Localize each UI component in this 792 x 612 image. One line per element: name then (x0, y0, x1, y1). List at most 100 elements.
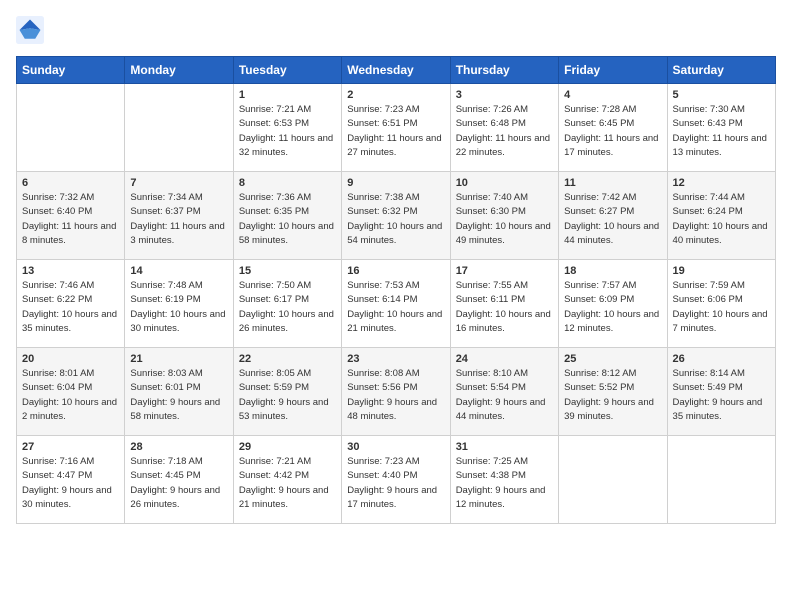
calendar-cell: 5Sunrise: 7:30 AMSunset: 6:43 PMDaylight… (667, 84, 775, 172)
day-info: Sunrise: 7:34 AMSunset: 6:37 PMDaylight:… (130, 191, 227, 248)
day-info: Sunrise: 8:01 AMSunset: 6:04 PMDaylight:… (22, 367, 119, 424)
day-info: Sunrise: 7:36 AMSunset: 6:35 PMDaylight:… (239, 191, 336, 248)
calendar-cell: 25 Sunrise: 8:12 AM Sunset: 5:52 PM Dayligh… (559, 348, 667, 436)
sunrise-text: Sunrise: 7:30 AM (673, 104, 745, 115)
calendar-week-row: 13Sunrise: 7:46 AMSunset: 6:22 PMDayligh… (17, 260, 776, 348)
sunset-text: Sunset: 6:45 PM (564, 118, 634, 129)
day-number: 29 (239, 441, 336, 453)
sunrise-text: Sunrise: 8:08 AM (347, 368, 419, 379)
calendar-cell: 29Sunrise: 7:21 AMSunset: 4:42 PMDayligh… (233, 436, 341, 524)
day-info: Sunrise: 7:57 AMSunset: 6:09 PMDaylight:… (564, 279, 661, 336)
day-number: 10 (456, 177, 553, 189)
day-number: 17 (456, 265, 553, 277)
day-info: Sunrise: 8:08 AMSunset: 5:56 PMDaylight:… (347, 367, 444, 424)
day-number: 14 (130, 265, 227, 277)
sunset-text: Sunset: 6:30 PM (456, 206, 526, 217)
logo (16, 16, 48, 44)
day-info: Sunrise: 7:50 AMSunset: 6:17 PMDaylight:… (239, 279, 336, 336)
sunrise-text: Sunrise: 7:18 AM (130, 456, 202, 467)
sunset-text: Sunset: 6:53 PM (239, 118, 309, 129)
daylight-text: Daylight: 10 hours and 44 minutes. (564, 221, 659, 246)
calendar-week-row: 20Sunrise: 8:01 AMSunset: 6:04 PMDayligh… (17, 348, 776, 436)
day-header: Tuesday (233, 57, 341, 84)
calendar-cell: 14 Sunrise: 7:48 AM Sunset: 6:19 PM Dayligh… (125, 260, 233, 348)
calendar-cell: 31Sunrise: 7:25 AMSunset: 4:38 PMDayligh… (450, 436, 558, 524)
sunrise-text: Sunrise: 7:32 AM (22, 192, 94, 203)
day-number: 18 (564, 265, 661, 277)
sunset-text: Sunset: 6:32 PM (347, 206, 417, 217)
daylight-text: Daylight: 9 hours and 17 minutes. (347, 485, 437, 510)
day-number: 19 (673, 265, 770, 277)
calendar-cell: 7Sunrise: 7:34 AMSunset: 6:37 PMDaylight… (125, 172, 233, 260)
calendar-cell: 23 Sunrise: 8:08 AMSunset: 5:56 PMDayligh… (342, 348, 450, 436)
day-number: 8 (239, 177, 336, 189)
page-header (16, 16, 776, 44)
calendar-cell: 27Sunrise: 7:16 AMSunset: 4:47 PMDayligh… (17, 436, 125, 524)
calendar-cell (125, 84, 233, 172)
daylight-text: Daylight: 9 hours and 58 minutes. (130, 397, 220, 422)
day-info: Sunrise: 7:44 AMSunset: 6:24 PMDaylight:… (673, 191, 770, 248)
sunset-text: Sunset: 5:59 PM (239, 382, 309, 393)
sunset-text: Sunset: 6:27 PM (564, 206, 634, 217)
calendar-cell: 15 Sunrise: 7:50 AMSunset: 6:17 PMDayligh… (233, 260, 341, 348)
daylight-text: Daylight: 9 hours and 39 minutes. (564, 397, 654, 422)
sunset-text: Sunset: 6:37 PM (130, 206, 200, 217)
sunrise-text: Sunrise: 8:10 AM (456, 368, 528, 379)
day-number: 4 (564, 89, 661, 101)
sunrise-text: Sunrise: 7:48 AM (130, 280, 202, 291)
daylight-text: Daylight: 11 hours and 27 minutes. (347, 133, 441, 158)
day-info: Sunrise: 8:05 AMSunset: 5:59 PMDaylight:… (239, 367, 336, 424)
daylight-text: Daylight: 9 hours and 48 minutes. (347, 397, 437, 422)
day-number: 28 (130, 441, 227, 453)
calendar-cell: 12Sunrise: 7:44 AMSunset: 6:24 PMDayligh… (667, 172, 775, 260)
sunrise-text: Sunrise: 8:14 AM (673, 368, 745, 379)
daylight-text: Daylight: 10 hours and 30 minutes. (130, 309, 225, 334)
day-header: Sunday (17, 57, 125, 84)
sunrise-text: Sunrise: 8:01 AM (22, 368, 94, 379)
sunset-text: Sunset: 6:17 PM (239, 294, 309, 305)
calendar-cell: 10Sunrise: 7:40 AMSunset: 6:30 PMDayligh… (450, 172, 558, 260)
sunrise-text: Sunrise: 7:42 AM (564, 192, 636, 203)
sunset-text: Sunset: 5:52 PM (564, 382, 634, 393)
day-header: Saturday (667, 57, 775, 84)
daylight-text: Daylight: 11 hours and 32 minutes. (239, 133, 333, 158)
day-number: 13 (22, 265, 119, 277)
daylight-text: Daylight: 10 hours and 35 minutes. (22, 309, 117, 334)
sunrise-text: Sunrise: 7:38 AM (347, 192, 419, 203)
calendar-cell: 30Sunrise: 7:23 AMSunset: 4:40 PMDayligh… (342, 436, 450, 524)
calendar-cell: 11Sunrise: 7:42 AMSunset: 6:27 PMDayligh… (559, 172, 667, 260)
sunset-text: Sunset: 6:48 PM (456, 118, 526, 129)
daylight-text: Daylight: 11 hours and 3 minutes. (130, 221, 224, 246)
sunrise-text: Sunrise: 7:16 AM (22, 456, 94, 467)
logo-icon (16, 16, 44, 44)
sunrise-text: Sunrise: 8:05 AM (239, 368, 311, 379)
sunset-text: Sunset: 6:19 PM (130, 294, 200, 305)
day-number: 15 (239, 265, 336, 277)
calendar-cell (667, 436, 775, 524)
calendar-cell: 21Sunrise: 8:03 AMSunset: 6:01 PMDayligh… (125, 348, 233, 436)
sunrise-text: Sunrise: 8:03 AM (130, 368, 202, 379)
daylight-text: Daylight: 11 hours and 13 minutes. (673, 133, 767, 158)
calendar-cell: 9Sunrise: 7:38 AMSunset: 6:32 PMDaylight… (342, 172, 450, 260)
day-number: 21 (130, 353, 227, 365)
day-number: 23 (347, 353, 444, 365)
sunrise-text: Sunrise: 8:12 AM (564, 368, 636, 379)
day-info: Sunrise: 8:10 AMSunset: 5:54 PMDaylight:… (456, 367, 553, 424)
day-info: Sunrise: 7:18 AMSunset: 4:45 PMDaylight:… (130, 455, 227, 512)
day-info: Sunrise: 8:12 AM Sunset: 5:52 PM Daylight:… (564, 367, 661, 424)
sunset-text: Sunset: 4:45 PM (130, 470, 200, 481)
daylight-text: Daylight: 11 hours and 22 minutes. (456, 133, 550, 158)
day-info: Sunrise: 7:48 AM Sunset: 6:19 PM Daylight:… (130, 279, 227, 336)
sunset-text: Sunset: 6:06 PM (673, 294, 743, 305)
day-number: 25 (564, 353, 661, 365)
sunrise-text: Sunrise: 7:23 AM (347, 104, 419, 115)
sunset-text: Sunset: 4:42 PM (239, 470, 309, 481)
calendar-cell: 8 Sunrise: 7:36 AMSunset: 6:35 PMDaylight… (233, 172, 341, 260)
calendar-cell: 4Sunrise: 7:28 AMSunset: 6:45 PMDaylight… (559, 84, 667, 172)
calendar-week-row: 6Sunrise: 7:32 AMSunset: 6:40 PMDaylight… (17, 172, 776, 260)
daylight-text: Daylight: 10 hours and 54 minutes. (347, 221, 442, 246)
sunrise-text: Sunrise: 7:26 AM (456, 104, 528, 115)
calendar-cell: 2Sunrise: 7:23 AMSunset: 6:51 PMDaylight… (342, 84, 450, 172)
calendar-week-row: 1Sunrise: 7:21 AMSunset: 6:53 PMDaylight… (17, 84, 776, 172)
daylight-text: Daylight: 10 hours and 21 minutes. (347, 309, 442, 334)
